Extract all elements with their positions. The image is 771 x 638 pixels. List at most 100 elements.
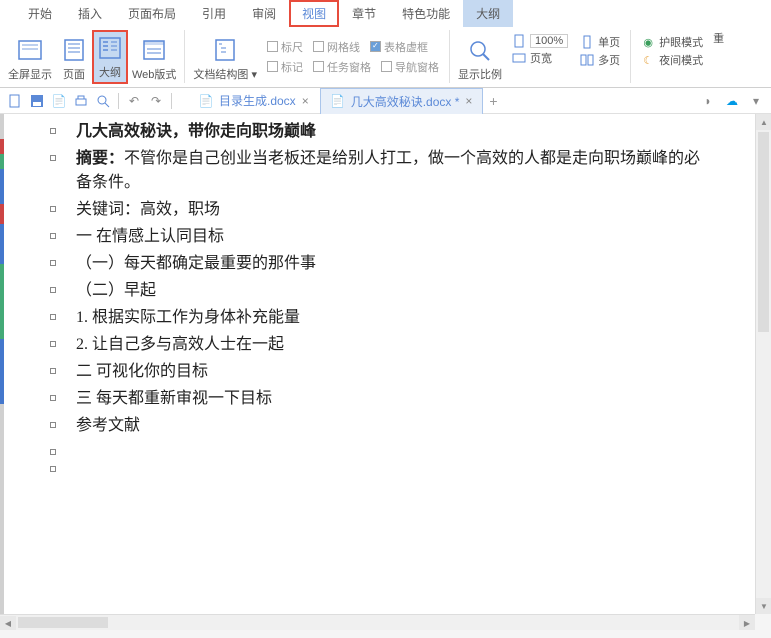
web-layout-button[interactable]: Web版式 [128,30,180,84]
outline-item[interactable]: 参考文献 [50,414,751,438]
multi-page-icon [580,53,594,67]
single-page[interactable]: 单页 [580,34,620,50]
scroll-thumb[interactable] [18,617,108,628]
scroll-thumb[interactable] [758,132,769,332]
zoom-label: 显示比例 [458,66,502,82]
cloud-icon[interactable]: ☁ [723,92,741,110]
checkbox-icon [313,41,324,52]
outline-item[interactable]: 摘要：不管你是自己创业当老板还是给别人打工，做一个高效的人都是走向职场巅峰的必备… [50,147,751,195]
outline-item[interactable]: 1. 根据实际工作为身体补充能量 [50,306,751,330]
tab-strip: 📄 目录生成.docx × 📄 几大高效秘诀.docx * × + [188,87,695,114]
outline-item[interactable]: （一）每天都确定最重要的那件事 [50,252,751,276]
checkbox-checked-icon [370,41,381,52]
check-ruler[interactable]: 标尺 [267,39,303,55]
new-doc-icon[interactable] [6,92,24,110]
check-table-frame[interactable]: 表格虚框 [370,39,428,55]
outline-text: （二）早起 [76,279,156,303]
outline-item[interactable]: 关键词：高效，职场 [50,198,751,222]
check-marks[interactable]: 标记 [267,59,303,75]
doc-tab-1[interactable]: 📄 目录生成.docx × [188,87,320,114]
quickbar-right: ◗ ☁ ▾ [699,92,765,110]
outline-text: 摘要：不管你是自己创业当老板还是给别人打工，做一个高效的人都是走向职场巅峰的必备… [76,147,716,195]
scroll-right-button[interactable]: ▶ [739,615,755,631]
page-icon [60,36,88,64]
outline-level-indicator [0,114,4,614]
more-label[interactable]: 重 [709,30,728,46]
checkbox-icon [381,61,392,72]
night-mode[interactable]: ☾ 夜间模式 [641,52,703,68]
menu-outline[interactable]: 大纲 [463,0,513,27]
multi-page[interactable]: 多页 [580,52,620,68]
check-nav-pane[interactable]: 导航窗格 [381,59,439,75]
outline-view-button[interactable]: 大纲 [92,30,128,84]
undo-icon[interactable]: ↶ [125,92,143,110]
dropdown-icon[interactable]: ▾ [747,92,765,110]
outline-item[interactable]: 一 在情感上认同目标 [50,225,751,249]
outline-item[interactable] [50,458,751,472]
fullscreen-label: 全屏显示 [8,66,52,82]
zoom-100[interactable]: 100% [512,34,568,48]
bullet-icon [50,314,56,320]
ribbon-group-views: 全屏显示 页面 大纲 Web版式 [0,30,185,83]
word-doc-icon: 📄 [199,94,213,108]
scroll-up-button[interactable]: ▲ [756,114,771,130]
check-task-pane[interactable]: 任务窗格 [313,59,371,75]
outline-item[interactable] [50,441,751,455]
page-view-button[interactable]: 页面 [56,30,92,84]
vertical-scrollbar[interactable]: ▲ ▼ [755,114,771,614]
checkbox-icon [267,61,278,72]
menu-insert[interactable]: 插入 [65,0,115,27]
fullscreen-button[interactable]: 全屏显示 [4,30,56,84]
tab-label: 几大高效秘诀.docx * [351,93,460,110]
outline-item[interactable]: （二）早起 [50,279,751,303]
zoom-options: 100% 页宽 [506,30,574,70]
print-icon[interactable] [72,92,90,110]
moon-icon: ☾ [641,53,655,67]
menu-features[interactable]: 特色功能 [389,0,463,27]
check-gridlines[interactable]: 网格线 [313,39,360,55]
outline-item[interactable]: 几大高效秘诀，带你走向职场巅峰 [50,120,751,144]
fullscreen-icon [16,36,44,64]
outline-text: 三 每天都重新审视一下目标 [76,387,272,411]
menu-chapter[interactable]: 章节 [339,0,389,27]
tab-label: 目录生成.docx [219,92,296,109]
document-area: 几大高效秘诀，带你走向职场巅峰摘要：不管你是自己创业当老板还是给别人打工，做一个… [0,114,771,614]
print-preview-icon[interactable] [94,92,112,110]
checkbox-icon [267,41,278,52]
doc-tab-2[interactable]: 📄 几大高效秘诀.docx * × [320,88,484,114]
menu-references[interactable]: 引用 [189,0,239,27]
doc-structure-label: 文档结构图 ▾ [193,66,257,82]
bullet-icon [50,368,56,374]
web-icon [140,36,168,64]
web-layout-label: Web版式 [132,66,176,82]
doc-structure-button[interactable]: 文档结构图 ▾ [189,30,261,84]
zoom-button[interactable]: 显示比例 [454,30,506,84]
menu-review[interactable]: 审阅 [239,0,289,27]
eye-mode[interactable]: ◉ 护眼模式 [641,34,703,50]
scroll-down-button[interactable]: ▼ [756,598,771,614]
bullet-icon [50,206,56,212]
new-tab-button[interactable]: + [483,93,503,109]
pdf-icon[interactable]: 📄 [50,92,68,110]
horizontal-scrollbar[interactable]: ◀ ▶ [0,614,755,630]
save-icon[interactable] [28,92,46,110]
single-page-icon [580,35,594,49]
menu-page-layout[interactable]: 页面布局 [115,0,189,27]
page-width[interactable]: 页宽 [512,50,568,66]
outline-list: 几大高效秘诀，带你走向职场巅峰摘要：不管你是自己创业当老板还是给别人打工，做一个… [30,120,751,472]
page-view-label: 页面 [63,66,85,82]
magnifier-icon [466,36,494,64]
width-icon [512,51,526,65]
outline-text: 1. 根据实际工作为身体补充能量 [76,306,300,330]
menu-bar: 开始 插入 页面布局 引用 审阅 视图 章节 特色功能 大纲 [0,0,771,26]
menu-start[interactable]: 开始 [15,0,65,27]
tab-close-icon[interactable]: × [302,94,309,108]
menu-view[interactable]: 视图 [289,0,339,27]
cloud-sync-icon[interactable]: ◗ [699,92,717,110]
outline-item[interactable]: 三 每天都重新审视一下目标 [50,387,751,411]
ribbon-group-zoom: 显示比例 100% 页宽 单页 多页 [450,30,631,83]
outline-item[interactable]: 2. 让自己多与高效人士在一起 [50,333,751,357]
redo-icon[interactable]: ↷ [147,92,165,110]
tab-close-icon[interactable]: × [465,94,472,108]
outline-item[interactable]: 二 可视化你的目标 [50,360,751,384]
